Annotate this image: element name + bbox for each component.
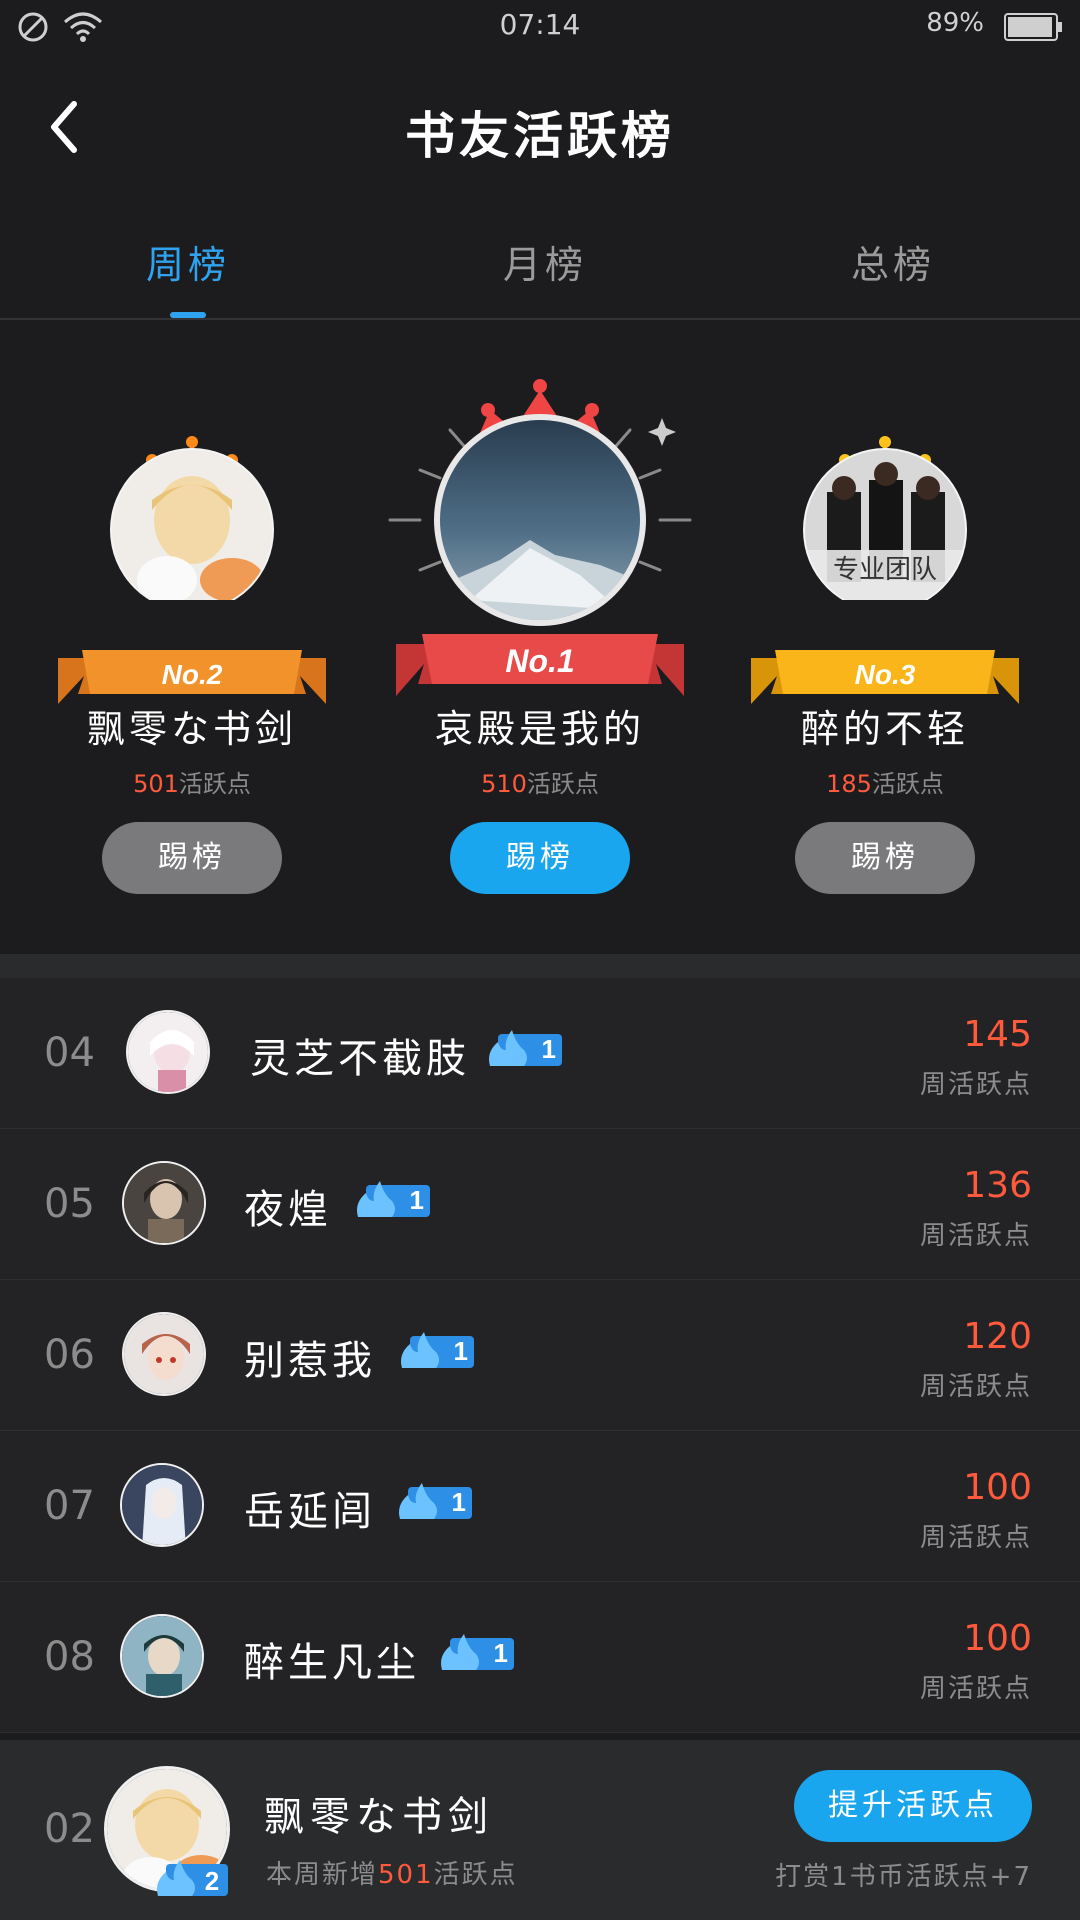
fire-level-badge: 1 — [486, 1030, 564, 1070]
rank1-avatar-frame[interactable] — [380, 360, 700, 660]
list-item[interactable]: 06 别惹我 1 120 周活跃点 — [0, 1280, 1080, 1431]
rank1-kick-button[interactable]: 踢榜 — [450, 822, 630, 894]
status-time: 07:14 — [499, 8, 581, 41]
score-label: 周活跃点 — [919, 1523, 1032, 1553]
rank2-name: 飘零な书剑 — [86, 707, 297, 751]
rank2-kick-button[interactable]: 踢榜 — [102, 822, 282, 894]
fire-level-badge: 1 — [438, 1634, 516, 1674]
rank3-avatar-frame[interactable]: 专业团队 — [775, 430, 995, 600]
tab-bar: 周榜 月榜 总榜 — [0, 202, 1080, 320]
rank-number: 05 — [44, 1181, 95, 1227]
rank-number: 07 — [44, 1483, 95, 1529]
rank3-name: 醉的不轻 — [800, 707, 969, 751]
sparkle-icon — [648, 418, 676, 446]
rank-number: 04 — [44, 1030, 95, 1076]
battery-percent: 89% — [926, 8, 984, 38]
avatar[interactable] — [122, 1161, 206, 1245]
list-item[interactable]: 05 夜煌 1 136 周活跃点 — [0, 1129, 1080, 1280]
tab-indicator — [170, 312, 206, 318]
my-rank-number: 02 — [44, 1806, 95, 1852]
svg-text:2: 2 — [205, 1866, 219, 1896]
user-name: 灵芝不截肢 — [250, 1036, 470, 1082]
rank-number: 08 — [44, 1634, 95, 1680]
status-bar: 07:14 89% — [0, 0, 1080, 52]
avatar[interactable] — [122, 1312, 206, 1396]
page-title: 书友活跃榜 — [405, 107, 675, 165]
avatar[interactable] — [120, 1614, 204, 1698]
my-fire-badge: 2 — [156, 1860, 230, 1898]
header: 书友活跃榜 — [0, 52, 1080, 202]
score-value: 120 — [963, 1316, 1032, 1357]
rank2-label: No.2 — [162, 659, 223, 690]
fire-level-badge: 1 — [354, 1181, 432, 1221]
user-name: 别惹我 — [244, 1338, 376, 1384]
rank3-avatar-text: 专业团队 — [833, 555, 937, 585]
score-value: 136 — [963, 1165, 1032, 1206]
my-rank-bar: 02 2 飘零な书剑 本周新增501活跃点 提升活跃点 打赏1书币活跃点+7 — [0, 1740, 1080, 1920]
score-label: 周活跃点 — [919, 1372, 1032, 1402]
fire-level-badge: 1 — [398, 1332, 476, 1372]
avatar[interactable] — [126, 1010, 210, 1094]
rank2-avatar-frame[interactable] — [82, 430, 302, 600]
score-value: 100 — [963, 1618, 1032, 1659]
score-value: 100 — [963, 1467, 1032, 1508]
user-name: 夜煌 — [244, 1187, 332, 1233]
list-item[interactable]: 04 灵芝不截肢 1 145 周活跃点 — [0, 978, 1080, 1129]
podium: No.2 飘零な书剑 501活跃点 踢榜 No.1 哀殿是我的 510活跃点 踢… — [0, 320, 1080, 954]
score-label: 周活跃点 — [919, 1221, 1032, 1251]
list-item[interactable]: 08 醉生凡尘 1 100 周活跃点 — [0, 1582, 1080, 1733]
tab-monthly[interactable]: 月榜 — [445, 234, 645, 289]
list-item[interactable]: 07 岳延闾 1 100 周活跃点 — [0, 1431, 1080, 1582]
score-label: 周活跃点 — [919, 1674, 1032, 1704]
rank3-kick-button[interactable]: 踢榜 — [795, 822, 975, 894]
ranking-list: 04 灵芝不截肢 1 145 周活跃点 05 夜煌 1 136 周活跃点 06 … — [0, 978, 1080, 1733]
reward-tip: 打赏1书币活跃点+7 — [775, 1862, 1032, 1892]
my-name: 飘零な书剑 — [264, 1794, 494, 1840]
user-name: 岳延闾 — [244, 1489, 376, 1535]
my-weekly-points: 本周新增501活跃点 — [266, 1860, 518, 1890]
score-value: 145 — [963, 1014, 1032, 1055]
rank3-label: No.3 — [855, 659, 916, 690]
tab-weekly[interactable]: 周榜 — [88, 234, 288, 289]
tab-total[interactable]: 总榜 — [793, 234, 993, 289]
rank1-ribbon: No.1 — [396, 634, 684, 696]
rank3-points: 185活跃点 — [826, 770, 944, 798]
boost-activity-button[interactable]: 提升活跃点 — [794, 1770, 1032, 1842]
rank1-label: No.1 — [505, 643, 574, 679]
rank2-points: 501活跃点 — [133, 770, 251, 798]
fire-level-badge: 1 — [396, 1483, 474, 1523]
user-name: 醉生凡尘 — [244, 1640, 420, 1686]
section-divider — [0, 954, 1080, 978]
avatar[interactable] — [120, 1463, 204, 1547]
battery-icon — [1004, 13, 1062, 41]
score-label: 周活跃点 — [919, 1070, 1032, 1100]
rank1-points: 510活跃点 — [481, 770, 599, 798]
rank1-name: 哀殿是我的 — [434, 707, 645, 751]
rank-number: 06 — [44, 1332, 95, 1378]
